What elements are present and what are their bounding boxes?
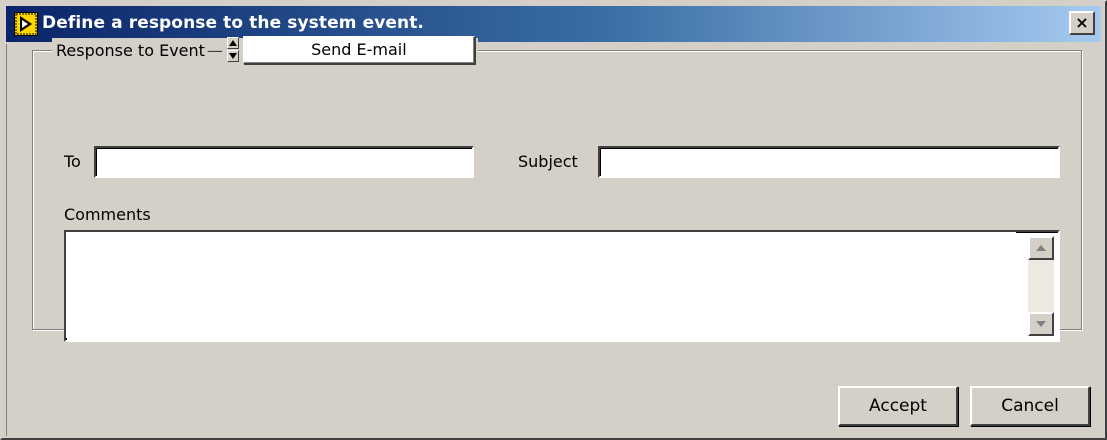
window-title: Define a response to the system event. <box>42 13 424 33</box>
legend-dash: — <box>206 40 223 60</box>
accept-button[interactable]: Accept <box>838 386 958 426</box>
response-selector[interactable]: Send E-mail <box>242 36 475 64</box>
subject-label: Subject <box>518 152 578 171</box>
response-group-legend: Response to Event — Send E-mail <box>52 36 478 64</box>
comments-area <box>64 230 1060 342</box>
comments-field[interactable] <box>66 232 1016 338</box>
labview-run-arrow-icon <box>14 12 38 36</box>
scroll-down-arrow-icon <box>1036 321 1046 327</box>
comments-scrollbar[interactable] <box>1028 236 1054 336</box>
close-button[interactable]: × <box>1069 11 1095 35</box>
comments-label: Comments <box>64 205 151 224</box>
close-icon: × <box>1075 13 1089 32</box>
arrow-down-icon <box>228 53 237 59</box>
to-field[interactable] <box>94 146 474 178</box>
ring-decrement-button[interactable] <box>226 50 239 62</box>
scroll-up-arrow-icon <box>1036 245 1046 251</box>
ring-increment-button[interactable] <box>226 37 239 49</box>
response-to-event-label: Response to Event <box>56 40 205 60</box>
cancel-button[interactable]: Cancel <box>970 386 1090 426</box>
dialog-window: Define a response to the system event. ×… <box>0 0 1107 440</box>
scroll-up-button[interactable] <box>1028 236 1054 260</box>
response-ring-spinner[interactable] <box>226 37 239 63</box>
arrow-up-icon <box>228 40 237 46</box>
subject-field[interactable] <box>598 146 1060 178</box>
title-bar[interactable]: Define a response to the system event. × <box>6 6 1101 42</box>
scroll-down-button[interactable] <box>1028 312 1054 336</box>
to-label: To <box>64 152 81 171</box>
